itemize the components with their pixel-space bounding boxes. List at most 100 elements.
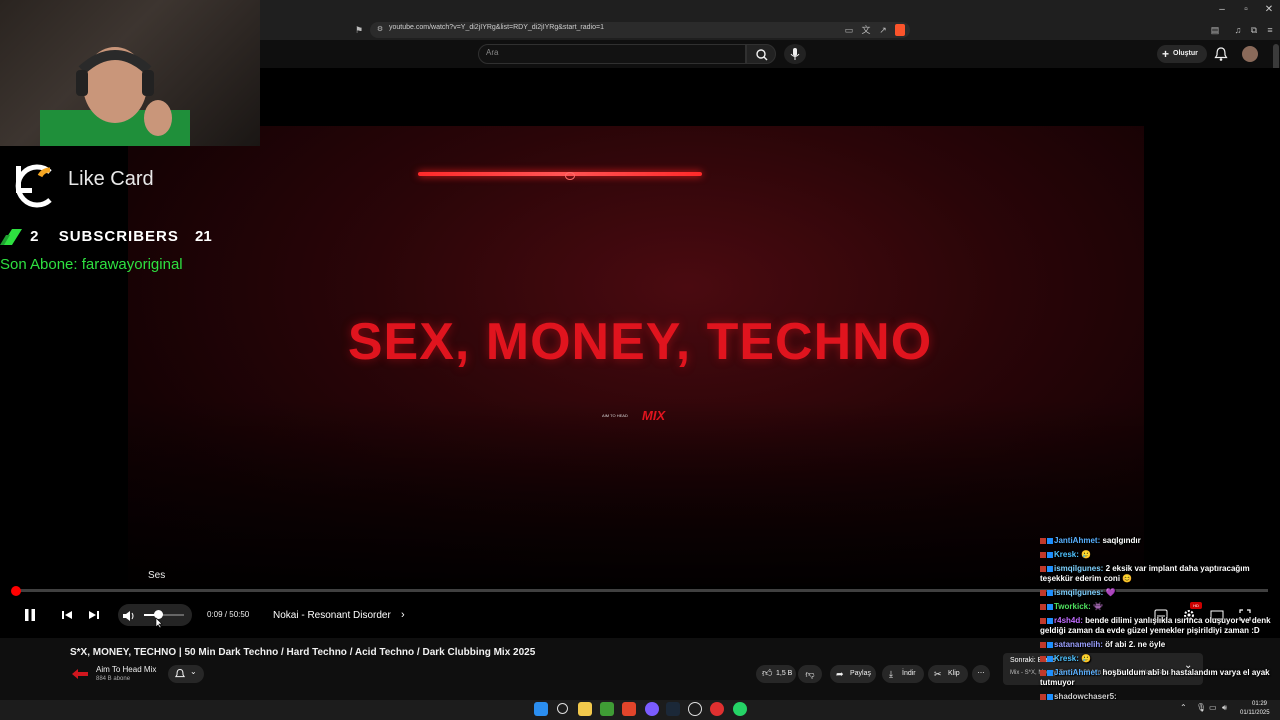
chat-username[interactable]: satanamelih: xyxy=(1054,640,1105,649)
chat-message: Tworkick: 👾 xyxy=(1040,602,1280,612)
file-explorer-icon[interactable] xyxy=(578,702,592,716)
webcam-overlay xyxy=(0,0,260,146)
avatar[interactable] xyxy=(1242,46,1258,62)
chat-message: Kresk: 🥲 xyxy=(1040,654,1280,664)
search-icon xyxy=(756,49,768,61)
chat-verified-icon xyxy=(1047,617,1053,624)
chat-badge-icon xyxy=(1040,655,1046,662)
search-input[interactable] xyxy=(478,44,746,64)
mic-tray-icon[interactable]: 🎙︎ xyxy=(1196,703,1206,712)
next-button[interactable] xyxy=(87,608,101,627)
menu-icon[interactable]: ≡ xyxy=(1264,24,1276,36)
chat-message: ismqilgunes: 💜 xyxy=(1040,588,1280,598)
chat-username[interactable]: r4sh4d: xyxy=(1054,616,1085,625)
chat-message: JantiAhmet: hoşbuldum abi bı hastalandım… xyxy=(1040,668,1280,688)
voice-search-button[interactable] xyxy=(784,44,806,64)
chat-message: JantiAhmet: saqlgındır xyxy=(1040,536,1280,546)
start-menu-icon[interactable] xyxy=(534,702,548,716)
like-button[interactable]: 👍︎ 1,5 B xyxy=(756,665,796,683)
translate-icon[interactable]: 文 xyxy=(860,24,872,36)
pause-button[interactable] xyxy=(22,607,38,628)
url-text: youtube.com/watch?v=Y_di2jIYRg&list=RDY_… xyxy=(389,24,604,31)
mouse-cursor-icon xyxy=(154,616,164,634)
volume-icon xyxy=(123,611,134,621)
maximize-icon[interactable]: ▫ xyxy=(1239,3,1253,17)
obs-icon[interactable] xyxy=(688,702,702,716)
chat-verified-icon xyxy=(1047,551,1053,558)
sub-count-left: 2 xyxy=(30,228,39,245)
share-label: Paylaş xyxy=(850,670,872,677)
music-icon[interactable]: ♫ xyxy=(1232,24,1244,36)
chat-username[interactable]: ismqilgunes: xyxy=(1054,588,1106,597)
chat-username[interactable]: Tworkick: xyxy=(1054,602,1093,611)
sub-count-right: 21 xyxy=(195,228,212,245)
download-button[interactable]: ⤓ İndir xyxy=(882,665,924,683)
store-icon[interactable] xyxy=(600,702,614,716)
previous-icon xyxy=(62,611,72,619)
clock-time[interactable]: 01:29 xyxy=(1252,701,1267,707)
notifications-button[interactable] xyxy=(1214,46,1228,62)
chevron-right-icon[interactable]: › xyxy=(401,609,405,621)
sidebar-icon[interactable]: ▤ xyxy=(1209,24,1221,36)
likecard-text: Like Card xyxy=(68,168,154,190)
search-taskbar-icon[interactable] xyxy=(557,703,568,714)
share-icon[interactable]: ↗ xyxy=(877,24,889,36)
brave-shield-icon[interactable] xyxy=(895,24,905,36)
video-frame-title: SEX, MONEY, TECHNO xyxy=(347,313,933,371)
steam-icon[interactable] xyxy=(666,702,680,716)
chat-text: öf abi 2. ne öyle xyxy=(1105,640,1166,649)
next-icon xyxy=(89,611,99,619)
chat-badge-icon xyxy=(1040,551,1046,558)
chat-username[interactable]: ismqilgunes: xyxy=(1054,564,1106,573)
channel-avatar[interactable] xyxy=(72,666,88,682)
channel-subscribers: 884 B abone xyxy=(96,676,131,682)
progress-scrubber[interactable] xyxy=(11,586,21,596)
opera-icon[interactable] xyxy=(710,702,724,716)
chat-username[interactable]: JantiAhmet: xyxy=(1054,668,1102,677)
chat-username[interactable]: Kresk: xyxy=(1054,550,1081,559)
thumbs-up-icon: 👍︎ xyxy=(762,668,773,679)
share-button[interactable]: ➦ Paylaş xyxy=(830,665,876,683)
more-actions-button[interactable]: ⋯ xyxy=(972,665,990,683)
chat-verified-icon xyxy=(1047,693,1053,700)
brave-browser-icon[interactable] xyxy=(622,702,636,716)
streamer-silhouette xyxy=(40,47,190,146)
site-settings-icon[interactable]: ⚙ xyxy=(374,24,386,36)
bell-icon xyxy=(174,668,186,678)
crowd-shadow xyxy=(128,400,1144,586)
chat-badge-icon xyxy=(1040,603,1046,610)
chat-text: 🥲 xyxy=(1081,550,1092,559)
chat-username[interactable]: Kresk: xyxy=(1054,654,1081,663)
chapter-title[interactable]: Nokai - Resonant Disorder xyxy=(273,610,391,621)
mute-button[interactable] xyxy=(122,609,136,627)
whatsapp-icon[interactable] xyxy=(733,702,747,716)
cast-icon[interactable]: ▭ xyxy=(843,24,855,36)
chat-badge-icon xyxy=(1040,589,1046,596)
chat-text: saqlgındır xyxy=(1102,536,1141,545)
close-icon[interactable]: ✕ xyxy=(1262,3,1276,17)
create-button[interactable]: + Oluştur xyxy=(1157,45,1207,63)
video-logo-mix: MIX xyxy=(642,408,666,423)
thumbs-down-icon: 👎︎ xyxy=(805,669,815,679)
minimize-icon[interactable]: – xyxy=(1215,3,1229,17)
chat-message: r4sh4d: bende dilimi yanlışlıkla ısırınc… xyxy=(1040,616,1280,636)
microphone-icon xyxy=(790,48,800,60)
search-button[interactable] xyxy=(746,44,776,64)
previous-button[interactable] xyxy=(60,608,74,627)
clock-date[interactable]: 01/11/2025 xyxy=(1240,710,1270,716)
subscription-bell-button[interactable]: ⌄ xyxy=(168,665,204,683)
clip-label: Klip xyxy=(948,670,960,677)
subscribers-label: SUBSCRIBERS xyxy=(58,228,179,245)
clip-button[interactable]: ✂ Klip xyxy=(928,665,968,683)
speaker-tray-icon[interactable]: 🔊︎ xyxy=(1222,703,1227,713)
network-icon[interactable]: ▭ xyxy=(1209,703,1217,712)
discord-icon[interactable] xyxy=(645,702,659,716)
chat-verified-icon xyxy=(1047,669,1053,676)
bookmark-icon[interactable]: ⚑ xyxy=(353,24,365,36)
chat-message: satanamelih: öf abi 2. ne öyle xyxy=(1040,640,1280,650)
channel-name[interactable]: Aim To Head Mix xyxy=(96,665,156,674)
tray-chevron-icon[interactable]: ⌃ xyxy=(1180,703,1187,712)
chat-username[interactable]: JantiAhmet: xyxy=(1054,536,1102,545)
extensions-icon[interactable]: ⧉ xyxy=(1248,24,1260,36)
dislike-button[interactable]: 👎︎ xyxy=(798,665,822,683)
